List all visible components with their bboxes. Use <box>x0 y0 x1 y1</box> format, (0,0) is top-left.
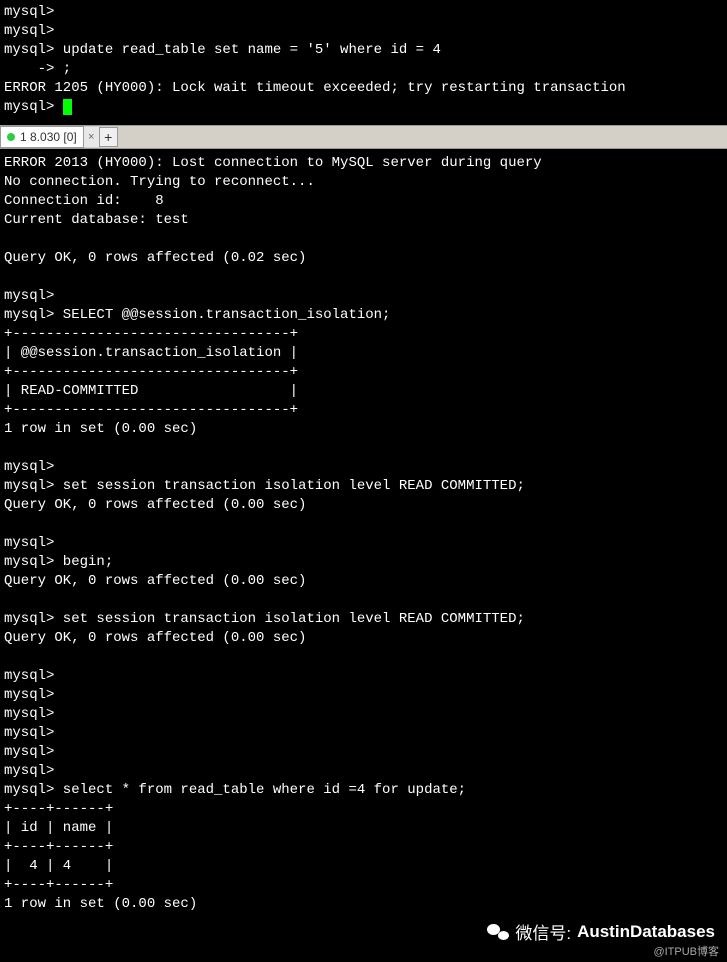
watermark: 微信号: AustinDatabases <box>487 919 715 944</box>
terminal-line: mysql> <box>4 687 54 703</box>
terminal-line: mysql> <box>4 288 54 304</box>
terminal-line: mysql> update read_table set name = '5' … <box>4 42 441 58</box>
cursor-icon <box>63 99 72 115</box>
plus-icon: + <box>104 129 112 145</box>
terminal-line: ERROR 2013 (HY000): Lost connection to M… <box>4 155 542 171</box>
tab-label: 1 8.030 [0] <box>20 130 77 144</box>
terminal-line: mysql> <box>4 23 54 39</box>
terminal-line: mysql> <box>4 99 63 115</box>
terminal-line: Query OK, 0 rows affected (0.00 sec) <box>4 497 306 513</box>
session-tab[interactable]: 1 8.030 [0] <box>0 126 84 148</box>
terminal-line: | 4 | 4 | <box>4 858 113 874</box>
terminal-line: mysql> <box>4 763 54 779</box>
terminal-line: mysql> <box>4 725 54 741</box>
tab-bar: 1 8.030 [0] × + <box>0 125 727 149</box>
terminal-line: mysql> <box>4 668 54 684</box>
terminal-line: +----+------+ <box>4 877 113 893</box>
terminal-session-bottom[interactable]: ERROR 2013 (HY000): Lost connection to M… <box>0 149 727 919</box>
terminal-line: 1 row in set (0.00 sec) <box>4 896 197 912</box>
terminal-line: | id | name | <box>4 820 113 836</box>
terminal-line: mysql> <box>4 706 54 722</box>
terminal-line: mysql> SELECT @@session.transaction_isol… <box>4 307 390 323</box>
tab-add-button[interactable]: + <box>100 127 118 147</box>
terminal-line: mysql> <box>4 535 54 551</box>
terminal-line: Query OK, 0 rows affected (0.00 sec) <box>4 630 306 646</box>
terminal-line: ERROR 1205 (HY000): Lock wait timeout ex… <box>4 80 626 96</box>
terminal-line: mysql> set session transaction isolation… <box>4 611 525 627</box>
terminal-line: mysql> <box>4 744 54 760</box>
tab-close-button[interactable]: × <box>84 127 100 147</box>
watermark-sub: @ITPUB博客 <box>653 943 719 959</box>
watermark-prefix: 微信号: <box>515 919 571 944</box>
terminal-line: | @@session.transaction_isolation | <box>4 345 298 361</box>
close-icon: × <box>88 131 94 143</box>
terminal-line: No connection. Trying to reconnect... <box>4 174 315 190</box>
terminal-session-top[interactable]: mysql> mysql> mysql> update read_table s… <box>0 0 727 125</box>
connection-status-icon <box>7 133 15 141</box>
terminal-line: +---------------------------------+ <box>4 364 298 380</box>
watermark-name: AustinDatabases <box>577 922 715 942</box>
terminal-line: mysql> <box>4 459 54 475</box>
terminal-line: Connection id: 8 <box>4 193 164 209</box>
terminal-line: -> ; <box>4 61 71 77</box>
terminal-line: +---------------------------------+ <box>4 326 298 342</box>
terminal-line: Query OK, 0 rows affected (0.02 sec) <box>4 250 306 266</box>
terminal-line: mysql> set session transaction isolation… <box>4 478 525 494</box>
terminal-line: Query OK, 0 rows affected (0.00 sec) <box>4 573 306 589</box>
terminal-line: +----+------+ <box>4 839 113 855</box>
terminal-line: 1 row in set (0.00 sec) <box>4 421 197 437</box>
terminal-line: mysql> begin; <box>4 554 113 570</box>
terminal-line: mysql> <box>4 4 54 20</box>
wechat-icon <box>487 923 509 941</box>
terminal-line: | READ-COMMITTED | <box>4 383 298 399</box>
terminal-line: +---------------------------------+ <box>4 402 298 418</box>
terminal-line: Current database: test <box>4 212 189 228</box>
terminal-line: mysql> select * from read_table where id… <box>4 782 466 798</box>
terminal-line: +----+------+ <box>4 801 113 817</box>
